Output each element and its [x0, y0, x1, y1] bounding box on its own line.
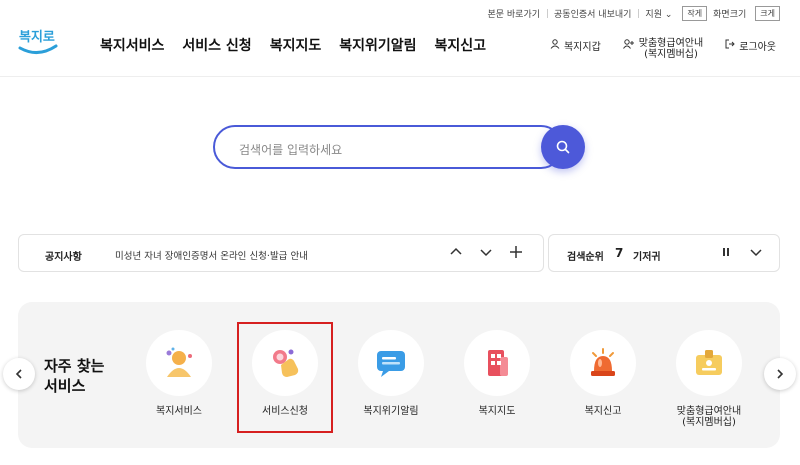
header-actions: 복지지갑 맞춤형급여안내 (복지멤버십) 로그아웃: [550, 38, 776, 60]
quick-item-label: 복지지도: [478, 406, 516, 417]
nav-welfare-report[interactable]: 복지신고: [435, 35, 487, 55]
chevron-up-icon[interactable]: [449, 245, 463, 259]
highlight-box: [237, 322, 333, 433]
quick-item-label: 맞춤형급여안내 (복지멤버십): [677, 406, 741, 428]
cert-export-link[interactable]: 공동인증서 내보내기: [547, 7, 638, 20]
rank-number: 7: [615, 246, 624, 260]
chevron-down-icon[interactable]: [479, 245, 493, 259]
membership-link[interactable]: 맞춤형급여안내 (복지멤버십): [622, 38, 704, 60]
membership-card-icon: [696, 350, 722, 375]
rank-word[interactable]: 기저귀: [633, 248, 661, 263]
quick-item-label: 복지위기알림: [363, 406, 419, 417]
quick-service-list: 복지서비스 서비스신청 복지위기알림 복지지도 복지신고 맞춤형급여안내 (복지…: [126, 330, 762, 428]
next-button[interactable]: [764, 358, 796, 390]
quick-title-line1: 자주 찾는: [44, 357, 105, 375]
quick-item-welfare-service[interactable]: 복지서비스: [126, 330, 232, 428]
font-large-button[interactable]: 크게: [755, 6, 780, 21]
notice-title: 공지사항: [45, 252, 82, 263]
membership-line2: (복지멤버십): [644, 49, 698, 60]
quick-item-welfare-report[interactable]: 복지신고: [550, 330, 656, 428]
logout-icon: [725, 39, 735, 49]
rank-title: 검색순위: [567, 252, 604, 263]
screen-size-label: 화면크기: [713, 10, 747, 20]
search-button[interactable]: [541, 125, 585, 169]
quick-item-label: 복지서비스: [156, 406, 202, 417]
quick-services-title: 자주 찾는 서비스: [44, 356, 104, 396]
plus-icon[interactable]: [509, 245, 523, 259]
font-small-button[interactable]: 작게: [682, 6, 708, 21]
quick-item-welfare-map[interactable]: 복지지도: [444, 330, 550, 428]
wallet-link[interactable]: 복지지갑: [550, 38, 601, 53]
chevron-right-icon: [777, 369, 784, 379]
chevron-left-icon: [15, 369, 22, 379]
search-input[interactable]: 검색어를 입력하세요: [213, 125, 563, 169]
skip-to-content-link[interactable]: 본문 바로가기: [480, 7, 547, 20]
nav-welfare-service[interactable]: 복지서비스: [100, 35, 164, 55]
logout-label: 로그아웃: [739, 42, 776, 53]
user-icon: [550, 39, 560, 49]
notice-text[interactable]: 미성년 자녀 장애인증명서 온라인 신청·발급 안내: [115, 248, 308, 262]
quick-item-membership[interactable]: 맞춤형급여안내 (복지멤버십): [656, 330, 762, 428]
search-icon: [556, 140, 570, 154]
person-icon: [166, 347, 192, 377]
pause-icon[interactable]: [719, 245, 733, 259]
quick-item-label: 복지신고: [584, 406, 622, 417]
user-plus-icon: [622, 39, 634, 49]
site-logo[interactable]: 복지로: [18, 26, 58, 58]
quick-title-line2: 서비스: [44, 377, 86, 395]
notice-bar: 공지사항 미성년 자녀 장애인증명서 온라인 신청·발급 안내: [18, 234, 544, 272]
search-area: 검색어를 입력하세요: [213, 125, 585, 169]
support-label: 지원: [645, 10, 662, 20]
membership-label-line1: 맞춤형급여안내: [676, 406, 742, 417]
quick-item-crisis-alert[interactable]: 복지위기알림: [338, 330, 444, 428]
header-divider: [0, 76, 800, 77]
main-nav: 복지서비스 서비스 신청 복지지도 복지위기알림 복지신고: [100, 35, 486, 55]
membership-label-line2: (복지멤버십): [682, 417, 736, 428]
chevron-down-icon[interactable]: [749, 245, 763, 259]
prev-button[interactable]: [3, 358, 35, 390]
membership-line1: 맞춤형급여안내: [638, 38, 704, 49]
nav-welfare-map[interactable]: 복지지도: [270, 35, 322, 55]
wallet-label: 복지지갑: [563, 42, 601, 53]
search-rank-bar: 검색순위 7 기저귀: [548, 234, 780, 272]
search-placeholder: 검색어를 입력하세요: [239, 143, 343, 157]
utility-bar: 본문 바로가기 공동인증서 내보내기 지원 ⌄ 작게 화면크기 크게: [480, 6, 780, 21]
chat-bubble-icon: [377, 351, 405, 377]
support-menu[interactable]: 지원 ⌄: [638, 7, 679, 20]
chevron-down-icon: ⌄: [664, 10, 673, 20]
siren-icon: [591, 348, 615, 376]
logout-link[interactable]: 로그아웃: [725, 38, 776, 53]
nav-service-apply[interactable]: 서비스 신청: [182, 35, 251, 55]
nav-crisis-alert[interactable]: 복지위기알림: [339, 35, 416, 55]
logo-text: 복지로: [19, 30, 55, 45]
building-icon: [488, 350, 508, 376]
